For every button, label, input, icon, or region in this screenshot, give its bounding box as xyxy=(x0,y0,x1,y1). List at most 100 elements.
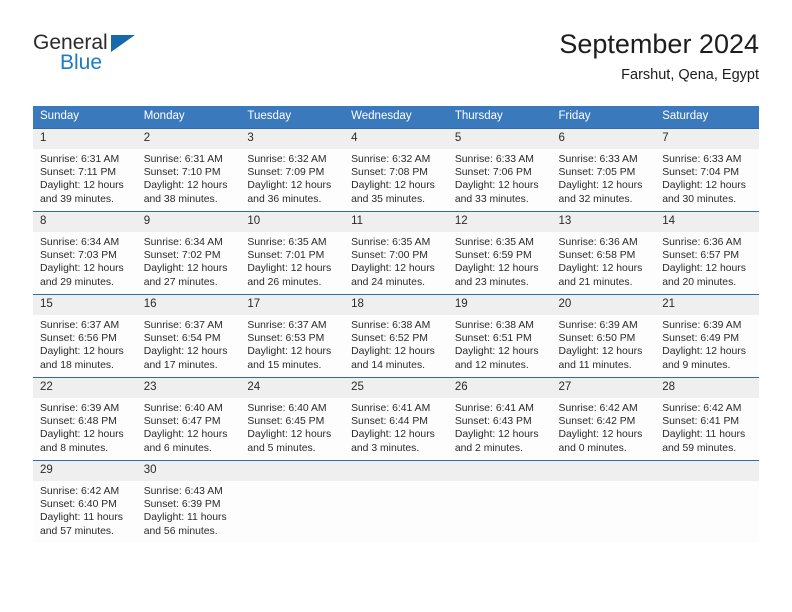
day-details: Sunrise: 6:42 AM Sunset: 6:40 PM Daylight:… xyxy=(33,481,137,538)
daylight-text-line2: and 26 minutes. xyxy=(247,276,322,288)
calendar-day-cell[interactable]: 18 Sunrise: 6:38 AM Sunset: 6:52 PM Dayligh… xyxy=(344,294,448,378)
calendar-day-cell[interactable]: 9 Sunrise: 6:34 AM Sunset: 7:02 PM Daylight… xyxy=(136,211,241,295)
day-details: Sunrise: 6:38 AM Sunset: 6:51 PM Daylight:… xyxy=(448,315,552,372)
calendar-day-cell[interactable]: 27 Sunrise: 6:42 AM Sunset: 6:42 PM Dayligh… xyxy=(551,377,656,461)
day-details: Sunrise: 6:35 AM Sunset: 6:59 PM Daylight:… xyxy=(448,232,552,289)
calendar-day-cell[interactable]: 1 Sunrise: 6:31 AM Sunset: 7:11 PM Daylight… xyxy=(33,128,137,212)
sunset-text: Sunset: 6:59 PM xyxy=(454,250,532,262)
daylight-text-line1: Daylight: 12 hours xyxy=(558,346,643,358)
location-subtitle: Farshut, Qena, Egypt xyxy=(621,67,759,83)
sunset-text: Sunset: 7:00 PM xyxy=(351,250,428,262)
weekday-header-sunday: Sunday xyxy=(33,106,137,129)
sunset-text: Sunset: 6:48 PM xyxy=(40,416,117,428)
calendar-day-cell[interactable]: 3 Sunrise: 6:32 AM Sunset: 7:09 PM Daylight… xyxy=(240,128,345,212)
daylight-text-line1: Daylight: 12 hours xyxy=(558,180,643,192)
calendar-day-cell[interactable]: 21 Sunrise: 6:39 AM Sunset: 6:49 PM Dayligh… xyxy=(655,294,759,378)
daylight-text-line2: and 23 minutes. xyxy=(454,276,529,288)
calendar-day-cell[interactable]: 29 Sunrise: 6:42 AM Sunset: 6:40 PM Dayligh… xyxy=(33,460,137,543)
sunset-text: Sunset: 6:50 PM xyxy=(558,333,636,345)
weekday-header-monday: Monday xyxy=(136,106,241,129)
daylight-text-line2: and 11 minutes. xyxy=(558,359,632,371)
calendar-day-cell[interactable]: 19 Sunrise: 6:38 AM Sunset: 6:51 PM Dayligh… xyxy=(447,294,552,378)
daylight-text-line1: Daylight: 12 hours xyxy=(454,263,539,275)
calendar-day-cell[interactable]: 10 Sunrise: 6:35 AM Sunset: 7:01 PM Dayligh… xyxy=(240,211,345,295)
day-details: Sunrise: 6:33 AM Sunset: 7:06 PM Daylight:… xyxy=(448,149,552,206)
calendar-day-cell[interactable]: 26 Sunrise: 6:41 AM Sunset: 6:43 PM Dayligh… xyxy=(447,377,552,461)
calendar-day-cell[interactable]: 8 Sunrise: 6:34 AM Sunset: 7:03 PM Daylight… xyxy=(33,211,137,295)
sunset-text: Sunset: 6:47 PM xyxy=(143,416,221,428)
calendar-day-cell-empty xyxy=(551,460,656,543)
sunset-text: Sunset: 6:40 PM xyxy=(40,499,117,511)
daylight-text-line1: Daylight: 12 hours xyxy=(247,180,332,192)
daylight-text-line1: Daylight: 12 hours xyxy=(558,263,643,275)
calendar-day-cell[interactable]: 11 Sunrise: 6:35 AM Sunset: 7:00 PM Dayligh… xyxy=(344,211,448,295)
daylight-text-line1: Daylight: 12 hours xyxy=(143,263,228,275)
sunset-text: Sunset: 6:39 PM xyxy=(143,499,221,511)
daylight-text-line1: Daylight: 12 hours xyxy=(454,346,539,358)
day-number: 16 xyxy=(136,295,241,315)
day-number: 17 xyxy=(240,295,345,315)
sunset-text: Sunset: 6:43 PM xyxy=(454,416,532,428)
daylight-text-line2: and 35 minutes. xyxy=(351,193,426,205)
sunrise-text: Sunrise: 6:39 AM xyxy=(662,320,742,331)
calendar-day-cell[interactable]: 12 Sunrise: 6:35 AM Sunset: 6:59 PM Dayligh… xyxy=(447,211,552,295)
general-blue-logo[interactable]: General Blue xyxy=(33,28,183,74)
calendar-day-cell[interactable]: 13 Sunrise: 6:36 AM Sunset: 6:58 PM Dayligh… xyxy=(551,211,656,295)
calendar-day-cell[interactable]: 5 Sunrise: 6:33 AM Sunset: 7:06 PM Daylight… xyxy=(447,128,552,212)
page-header: General Blue September 2024 Farshut, Qen… xyxy=(33,28,759,98)
day-details: Sunrise: 6:42 AM Sunset: 6:42 PM Daylight:… xyxy=(552,398,656,455)
calendar-day-cell[interactable]: 14 Sunrise: 6:36 AM Sunset: 6:57 PM Dayligh… xyxy=(655,211,759,295)
day-number: 6 xyxy=(551,129,656,149)
calendar-day-cell[interactable]: 20 Sunrise: 6:39 AM Sunset: 6:50 PM Dayligh… xyxy=(551,294,656,378)
calendar-day-cell[interactable]: 7 Sunrise: 6:33 AM Sunset: 7:04 PM Daylight… xyxy=(655,128,759,212)
weekday-header-friday: Friday xyxy=(551,106,656,129)
day-number: 21 xyxy=(655,295,759,315)
sunrise-text: Sunrise: 6:31 AM xyxy=(143,154,223,165)
day-number: 25 xyxy=(344,378,448,398)
calendar-week-row: 8 Sunrise: 6:34 AM Sunset: 7:03 PM Daylight… xyxy=(33,211,759,295)
sunset-text: Sunset: 7:02 PM xyxy=(143,250,221,262)
sunset-text: Sunset: 6:45 PM xyxy=(247,416,325,428)
daylight-text-line2: and 18 minutes. xyxy=(40,359,114,371)
day-details: Sunrise: 6:38 AM Sunset: 6:52 PM Daylight:… xyxy=(344,315,448,372)
calendar-day-cell[interactable]: 23 Sunrise: 6:40 AM Sunset: 6:47 PM Dayligh… xyxy=(136,377,241,461)
day-details: Sunrise: 6:37 AM Sunset: 6:53 PM Daylight:… xyxy=(240,315,344,372)
sunrise-text: Sunrise: 6:34 AM xyxy=(143,237,223,248)
daylight-text-line2: and 29 minutes. xyxy=(40,276,114,288)
calendar-day-cell[interactable]: 6 Sunrise: 6:33 AM Sunset: 7:05 PM Daylight… xyxy=(551,128,656,212)
day-details: Sunrise: 6:39 AM Sunset: 6:50 PM Daylight:… xyxy=(552,315,656,372)
sunrise-text: Sunrise: 6:37 AM xyxy=(143,320,223,331)
logo-text-blue: Blue xyxy=(60,51,103,74)
calendar-day-cell-empty xyxy=(344,460,448,543)
daylight-text-line1: Daylight: 12 hours xyxy=(247,346,332,358)
daylight-text-line2: and 30 minutes. xyxy=(662,193,737,205)
calendar-day-cell[interactable]: 15 Sunrise: 6:37 AM Sunset: 6:56 PM Dayligh… xyxy=(33,294,137,378)
calendar-day-cell[interactable]: 4 Sunrise: 6:32 AM Sunset: 7:08 PM Daylight… xyxy=(344,128,448,212)
calendar-day-cell[interactable]: 17 Sunrise: 6:37 AM Sunset: 6:53 PM Dayligh… xyxy=(240,294,345,378)
day-number: 7 xyxy=(655,129,759,149)
daylight-text-line1: Daylight: 12 hours xyxy=(40,180,124,192)
day-details: Sunrise: 6:33 AM Sunset: 7:05 PM Daylight:… xyxy=(552,149,656,206)
sunrise-text: Sunrise: 6:41 AM xyxy=(454,403,534,414)
day-details: Sunrise: 6:35 AM Sunset: 7:00 PM Daylight:… xyxy=(344,232,448,289)
sunset-text: Sunset: 7:08 PM xyxy=(351,167,428,179)
day-number: 11 xyxy=(344,212,448,232)
calendar-day-cell[interactable]: 30 Sunrise: 6:43 AM Sunset: 6:39 PM Dayligh… xyxy=(136,460,241,543)
calendar-day-cell[interactable]: 28 Sunrise: 6:42 AM Sunset: 6:41 PM Dayligh… xyxy=(655,377,759,461)
day-details: Sunrise: 6:39 AM Sunset: 6:48 PM Daylight:… xyxy=(33,398,137,455)
daylight-text-line1: Daylight: 12 hours xyxy=(454,429,539,441)
calendar-week-row: 29 Sunrise: 6:42 AM Sunset: 6:40 PM Dayligh… xyxy=(33,460,759,543)
calendar-day-cell[interactable]: 24 Sunrise: 6:40 AM Sunset: 6:45 PM Dayligh… xyxy=(240,377,345,461)
calendar-day-cell[interactable]: 25 Sunrise: 6:41 AM Sunset: 6:44 PM Dayligh… xyxy=(344,377,448,461)
sunrise-text: Sunrise: 6:32 AM xyxy=(247,154,327,165)
daylight-text-line2: and 57 minutes. xyxy=(40,525,114,537)
calendar-day-cell[interactable]: 2 Sunrise: 6:31 AM Sunset: 7:10 PM Daylight… xyxy=(136,128,241,212)
daylight-text-line1: Daylight: 12 hours xyxy=(247,263,332,275)
daylight-text-line1: Daylight: 11 hours xyxy=(143,512,227,524)
daylight-text-line2: and 8 minutes. xyxy=(40,442,109,454)
calendar-day-cell[interactable]: 16 Sunrise: 6:37 AM Sunset: 6:54 PM Dayligh… xyxy=(136,294,241,378)
sunset-text: Sunset: 6:58 PM xyxy=(558,250,636,262)
daylight-text-line1: Daylight: 12 hours xyxy=(143,346,228,358)
sunrise-text: Sunrise: 6:43 AM xyxy=(143,486,223,497)
calendar-day-cell[interactable]: 22 Sunrise: 6:39 AM Sunset: 6:48 PM Dayligh… xyxy=(33,377,137,461)
